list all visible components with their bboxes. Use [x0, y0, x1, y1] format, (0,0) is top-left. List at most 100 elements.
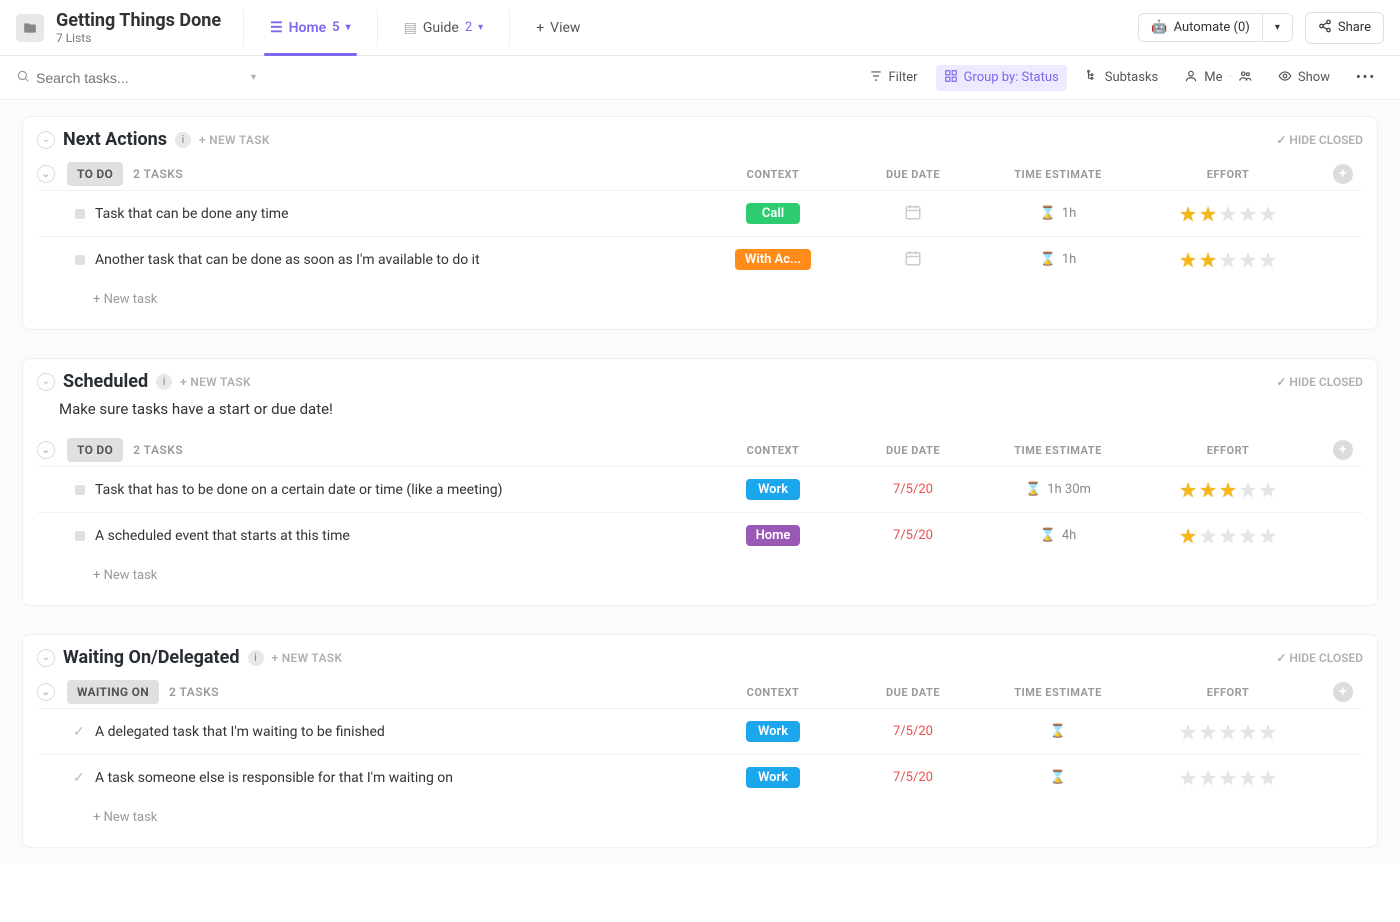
star-icon[interactable]: ★ — [1199, 478, 1217, 502]
context-tag[interactable]: Home — [746, 525, 801, 546]
chevron-down-icon[interactable]: ▾ — [251, 72, 256, 83]
section-title[interactable]: Scheduled — [63, 371, 148, 392]
new-task-button[interactable]: + New task — [37, 800, 1363, 839]
section-title[interactable]: Next Actions — [63, 129, 167, 150]
automate-dropdown-button[interactable]: ▾ — [1263, 13, 1293, 42]
effort-rating[interactable]: ★★★★★ — [1133, 248, 1323, 272]
new-task-button[interactable]: + New task — [37, 558, 1363, 597]
hide-closed-button[interactable]: ✓ HIDE CLOSED — [1276, 375, 1363, 389]
check-icon[interactable]: ✓ — [73, 770, 95, 786]
show-button[interactable]: Show — [1270, 65, 1338, 91]
star-icon[interactable]: ★ — [1199, 524, 1217, 548]
star-icon[interactable]: ★ — [1199, 720, 1217, 744]
task-due-date[interactable]: 7/5/20 — [843, 724, 983, 739]
effort-rating[interactable]: ★★★★★ — [1133, 720, 1323, 744]
search-wrap[interactable]: ▾ — [16, 68, 256, 87]
collapse-group-button[interactable]: ⌄ — [37, 683, 55, 701]
context-tag[interactable]: Work — [746, 767, 800, 788]
context-tag[interactable]: Work — [746, 479, 800, 500]
task-row[interactable]: Task that has to be done on a certain da… — [37, 466, 1363, 512]
task-estimate[interactable]: ⌛1h — [983, 252, 1133, 267]
context-tag[interactable]: Work — [746, 721, 800, 742]
view-tab-home[interactable]: ☰ Home 5 ▾ — [256, 0, 365, 56]
more-button[interactable]: ••• — [1348, 66, 1384, 89]
collapse-section-button[interactable]: ⌄ — [37, 373, 55, 391]
star-icon[interactable]: ★ — [1219, 202, 1237, 226]
collapse-section-button[interactable]: ⌄ — [37, 649, 55, 667]
star-icon[interactable]: ★ — [1259, 720, 1277, 744]
star-icon[interactable]: ★ — [1179, 202, 1197, 226]
task-estimate[interactable]: ⌛1h — [983, 206, 1133, 221]
task-estimate[interactable]: ⌛ — [983, 724, 1133, 739]
collapse-group-button[interactable]: ⌄ — [37, 441, 55, 459]
star-icon[interactable]: ★ — [1259, 524, 1277, 548]
new-task-link[interactable]: + NEW TASK — [199, 133, 270, 147]
star-icon[interactable]: ★ — [1199, 202, 1217, 226]
add-column-button[interactable]: + — [1333, 682, 1353, 702]
check-icon[interactable]: ✓ — [73, 724, 95, 740]
task-estimate[interactable]: ⌛1h 30m — [983, 482, 1133, 497]
star-icon[interactable]: ★ — [1179, 720, 1197, 744]
add-column-button[interactable]: + — [1333, 164, 1353, 184]
info-icon[interactable]: i — [156, 374, 172, 390]
status-indicator[interactable] — [75, 531, 85, 541]
context-tag[interactable]: With Ac... — [735, 249, 811, 270]
star-icon[interactable]: ★ — [1219, 478, 1237, 502]
star-icon[interactable]: ★ — [1239, 766, 1257, 790]
task-name[interactable]: A task someone else is responsible for t… — [95, 770, 703, 786]
hide-closed-button[interactable]: ✓ HIDE CLOSED — [1276, 133, 1363, 147]
new-task-link[interactable]: + NEW TASK — [180, 375, 251, 389]
share-button[interactable]: Share — [1305, 12, 1384, 44]
new-task-button[interactable]: + New task — [37, 282, 1363, 321]
status-pill[interactable]: TO DO — [67, 162, 123, 186]
people-icon[interactable] — [1238, 69, 1252, 87]
group-by-button[interactable]: Group by: Status — [936, 65, 1067, 91]
star-icon[interactable]: ★ — [1239, 720, 1257, 744]
info-icon[interactable]: i — [175, 132, 191, 148]
page-title[interactable]: Getting Things Done — [56, 10, 221, 31]
status-indicator[interactable] — [75, 485, 85, 495]
star-icon[interactable]: ★ — [1179, 524, 1197, 548]
star-icon[interactable]: ★ — [1219, 766, 1237, 790]
new-task-link[interactable]: + NEW TASK — [272, 651, 343, 665]
subtasks-button[interactable]: Subtasks — [1077, 65, 1167, 91]
task-name[interactable]: Task that has to be done on a certain da… — [95, 482, 703, 498]
star-icon[interactable]: ★ — [1239, 524, 1257, 548]
star-icon[interactable]: ★ — [1219, 248, 1237, 272]
task-due-date[interactable]: 7/5/20 — [843, 482, 983, 497]
task-row[interactable]: Another task that can be done as soon as… — [37, 236, 1363, 282]
star-icon[interactable]: ★ — [1179, 248, 1197, 272]
task-estimate[interactable]: ⌛4h — [983, 528, 1133, 543]
hide-closed-button[interactable]: ✓ HIDE CLOSED — [1276, 651, 1363, 665]
status-pill[interactable]: WAITING ON — [67, 680, 159, 704]
task-row[interactable]: Task that can be done any time Call ⌛1h … — [37, 190, 1363, 236]
task-name[interactable]: A scheduled event that starts at this ti… — [95, 528, 703, 544]
star-icon[interactable]: ★ — [1259, 766, 1277, 790]
status-indicator[interactable] — [75, 255, 85, 265]
task-due-date[interactable]: 7/5/20 — [843, 528, 983, 543]
task-name[interactable]: A delegated task that I'm waiting to be … — [95, 724, 703, 740]
task-row[interactable]: ✓ A delegated task that I'm waiting to b… — [37, 708, 1363, 754]
section-title[interactable]: Waiting On/Delegated — [63, 647, 240, 668]
task-estimate[interactable]: ⌛ — [983, 770, 1133, 785]
calendar-icon[interactable] — [843, 249, 983, 271]
task-name[interactable]: Another task that can be done as soon as… — [95, 252, 703, 268]
collapse-section-button[interactable]: ⌄ — [37, 131, 55, 149]
star-icon[interactable]: ★ — [1239, 248, 1257, 272]
effort-rating[interactable]: ★★★★★ — [1133, 478, 1323, 502]
task-due-date[interactable]: 7/5/20 — [843, 770, 983, 785]
task-row[interactable]: ✓ A task someone else is responsible for… — [37, 754, 1363, 800]
status-pill[interactable]: TO DO — [67, 438, 123, 462]
star-icon[interactable]: ★ — [1219, 720, 1237, 744]
collapse-group-button[interactable]: ⌄ — [37, 165, 55, 183]
me-button[interactable]: Me · — [1176, 65, 1260, 91]
status-indicator[interactable] — [75, 209, 85, 219]
star-icon[interactable]: ★ — [1259, 478, 1277, 502]
folder-icon[interactable] — [16, 14, 44, 42]
star-icon[interactable]: ★ — [1259, 202, 1277, 226]
info-icon[interactable]: i — [248, 650, 264, 666]
context-tag[interactable]: Call — [746, 203, 800, 224]
star-icon[interactable]: ★ — [1219, 524, 1237, 548]
effort-rating[interactable]: ★★★★★ — [1133, 766, 1323, 790]
star-icon[interactable]: ★ — [1259, 248, 1277, 272]
